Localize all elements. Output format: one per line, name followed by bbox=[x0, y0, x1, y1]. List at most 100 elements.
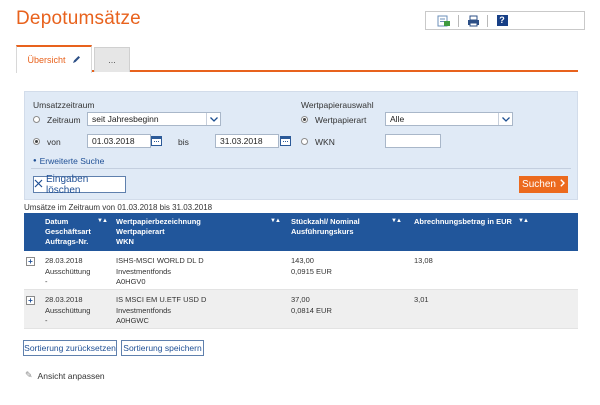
col-header-betrag[interactable]: Abrechnungsbetrag in EUR bbox=[414, 217, 512, 227]
wkn-value: A0HGV0 bbox=[116, 277, 146, 286]
print-icon[interactable] bbox=[465, 14, 481, 27]
bis-label: bis bbox=[178, 137, 189, 147]
geschaeftsart-value: Ausschüttung bbox=[45, 305, 91, 315]
radio-wertpapierart[interactable] bbox=[301, 116, 308, 123]
sort-icon[interactable]: ▼▲ bbox=[518, 218, 529, 224]
page-toolbar: ? bbox=[425, 11, 585, 30]
auftrag-value: - bbox=[45, 277, 48, 286]
col-header-stueckzahl[interactable]: Stückzahl/ Nominal Ausführungskurs bbox=[291, 217, 360, 237]
umsatzzeitraum-label: Umsatzzeitraum bbox=[33, 100, 95, 110]
expand-icon[interactable]: + bbox=[26, 296, 35, 305]
cell-datum: 28.03.2018 Ausschüttung - bbox=[45, 295, 90, 327]
wertpapierart-select-value: Alle bbox=[390, 114, 405, 124]
cell-wertpapier: ISHS-MSCI WORLD DL D Investmentfonds A0H… bbox=[116, 256, 204, 288]
art-value: Investmentfonds bbox=[116, 305, 172, 315]
wkn-value: A0HGWC bbox=[116, 316, 149, 325]
wertpapierauswahl-label: Wertpapierauswahl bbox=[301, 100, 374, 110]
tab-bar: Übersicht ... bbox=[16, 45, 578, 73]
tab-uebersicht[interactable]: Übersicht bbox=[16, 45, 92, 73]
wertpapierart-select[interactable]: Alle bbox=[385, 112, 513, 126]
bezeichnung-value: ISHS-MSCI WORLD DL D bbox=[116, 256, 204, 265]
datum-value: 28.03.2018 bbox=[45, 295, 83, 304]
tab-uebersicht-label: Übersicht bbox=[27, 55, 66, 65]
radio-von-bis[interactable] bbox=[33, 138, 40, 145]
col-header-wertpapier[interactable]: Wertpapierbezeichnung Wertpapierart WKN bbox=[116, 217, 201, 247]
toolbar-separator bbox=[487, 14, 488, 27]
pencil-icon: ✎ bbox=[25, 370, 33, 380]
close-icon bbox=[34, 179, 43, 191]
header-line: Wertpapierart bbox=[116, 227, 165, 236]
table-row: + 28.03.2018 Ausschüttung - ISHS-MSCI WO… bbox=[24, 251, 578, 290]
betrag-value: 3,01 bbox=[414, 295, 429, 304]
col-header-datum[interactable]: Datum Geschäftsart Auftrags-Nr. bbox=[45, 217, 91, 247]
header-line: Geschäftsart bbox=[45, 227, 91, 236]
reset-sort-button[interactable]: Sortierung zurücksetzen bbox=[23, 340, 117, 356]
wertpapierart-label: Wertpapierart bbox=[315, 115, 367, 125]
transactions-table: Datum Geschäftsart Auftrags-Nr. ▼▲ Wertp… bbox=[24, 213, 578, 329]
table-row: + 28.03.2018 Ausschüttung - IS MSCI EM U… bbox=[24, 290, 578, 329]
wkn-input[interactable] bbox=[385, 134, 441, 148]
table-header: Datum Geschäftsart Auftrags-Nr. ▼▲ Wertp… bbox=[24, 213, 578, 251]
cell-stueckzahl: 37,00 0,0814 EUR bbox=[291, 295, 332, 316]
search-button[interactable]: Suchen bbox=[519, 176, 568, 193]
tab-more-label: ... bbox=[108, 55, 116, 65]
divider bbox=[31, 168, 571, 169]
help-label: ? bbox=[496, 15, 508, 26]
header-line: WKN bbox=[116, 237, 134, 246]
cell-stueckzahl: 143,00 0,0915 EUR bbox=[291, 256, 332, 277]
zeitraum-select-value: seit Jahresbeginn bbox=[92, 114, 159, 124]
cell-betrag: 13,08 bbox=[414, 256, 433, 267]
chevron-down-icon bbox=[498, 113, 512, 125]
header-line: Stückzahl/ Nominal bbox=[291, 217, 360, 226]
tab-more[interactable]: ... bbox=[94, 47, 130, 72]
pencil-icon[interactable] bbox=[72, 55, 81, 66]
zeitraum-label: Zeitraum bbox=[47, 115, 81, 125]
search-label: Suchen bbox=[522, 179, 556, 190]
auftrag-value: - bbox=[45, 316, 48, 325]
adjust-view-link[interactable]: ✎ Ansicht anpassen bbox=[25, 370, 105, 381]
calendar-icon[interactable] bbox=[151, 136, 162, 146]
chevron-down-icon bbox=[206, 113, 220, 125]
wkn-label: WKN bbox=[315, 137, 335, 147]
header-line: Datum bbox=[45, 217, 69, 226]
filter-panel: Umsatzzeitraum Zeitraum seit Jahresbegin… bbox=[24, 91, 578, 200]
kurs-value: 0,0814 EUR bbox=[291, 305, 332, 315]
help-icon[interactable]: ? bbox=[494, 14, 510, 27]
bis-date-value: 31.03.2018 bbox=[220, 136, 263, 146]
header-line: Auftrags-Nr. bbox=[45, 237, 89, 246]
header-line: Abrechnungsbetrag in EUR bbox=[414, 217, 512, 226]
stueck-value: 143,00 bbox=[291, 256, 314, 265]
chevron-right-icon bbox=[560, 179, 565, 190]
betrag-value: 13,08 bbox=[414, 256, 433, 265]
kurs-value: 0,0915 EUR bbox=[291, 266, 332, 276]
header-line: Wertpapierbezeichnung bbox=[116, 217, 201, 226]
page-title: Depotumsätze bbox=[16, 8, 141, 29]
save-sort-button[interactable]: Sortierung speichern bbox=[121, 340, 204, 356]
adjust-view-label: Ansicht anpassen bbox=[37, 370, 105, 381]
header-line: Ausführungskurs bbox=[291, 227, 354, 236]
zeitraum-summary: Umsätze im Zeitraum von 01.03.2018 bis 3… bbox=[24, 203, 213, 212]
erweiterte-suche-label: Erweiterte Suche bbox=[39, 156, 105, 166]
cell-betrag: 3,01 bbox=[414, 295, 429, 306]
clear-inputs-label: Eingaben löschen bbox=[46, 173, 89, 196]
datum-value: 28.03.2018 bbox=[45, 256, 83, 265]
calendar-icon[interactable] bbox=[280, 136, 291, 146]
clear-inputs-button[interactable]: Eingaben löschen bbox=[33, 173, 126, 196]
bezeichnung-value: IS MSCI EM U.ETF USD D bbox=[116, 295, 207, 304]
toolbar-separator bbox=[458, 14, 459, 27]
export-icon[interactable] bbox=[436, 14, 452, 27]
radio-wkn[interactable] bbox=[301, 138, 308, 145]
von-date-input[interactable]: 01.03.2018 bbox=[87, 134, 151, 148]
sort-icon[interactable]: ▼▲ bbox=[391, 218, 402, 224]
geschaeftsart-value: Ausschüttung bbox=[45, 266, 91, 276]
erweiterte-suche-link[interactable]: ● Erweiterte Suche bbox=[33, 156, 104, 166]
bis-date-input[interactable]: 31.03.2018 bbox=[215, 134, 279, 148]
zeitraum-select[interactable]: seit Jahresbeginn bbox=[87, 112, 221, 126]
sort-icon[interactable]: ▼▲ bbox=[270, 218, 281, 224]
sort-icon[interactable]: ▼▲ bbox=[97, 218, 108, 224]
art-value: Investmentfonds bbox=[116, 266, 172, 276]
expand-icon[interactable]: + bbox=[26, 257, 35, 266]
radio-zeitraum[interactable] bbox=[33, 116, 40, 123]
von-label: von bbox=[47, 137, 61, 147]
cell-datum: 28.03.2018 Ausschüttung - bbox=[45, 256, 90, 288]
